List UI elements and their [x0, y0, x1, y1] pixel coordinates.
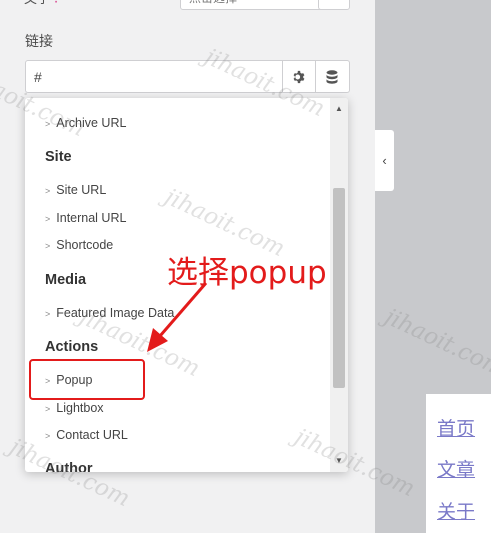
collapse-panel-button[interactable]: ‹: [375, 130, 394, 191]
link-input[interactable]: [26, 61, 282, 92]
dropdown-item-site-url[interactable]: > Site URL: [45, 183, 106, 197]
chevron-right-icon: >: [45, 241, 51, 251]
link-label: 链接: [25, 33, 53, 49]
link-settings-button[interactable]: [282, 61, 315, 92]
dropdown-item-archive-url[interactable]: > Archive URL: [45, 116, 126, 130]
chevron-right-icon: >: [45, 431, 51, 441]
dropdown-item-shortcode[interactable]: > Shortcode: [45, 238, 113, 252]
chevron-right-icon: >: [45, 119, 51, 129]
dropdown-item-internal-url[interactable]: > Internal URL: [45, 211, 126, 225]
database-icon: [326, 69, 338, 84]
dropdown-item-lightbox[interactable]: > Lightbox: [45, 401, 104, 415]
top-field-button[interactable]: [318, 0, 350, 10]
scroll-down-arrow-icon[interactable]: ▼: [334, 456, 344, 466]
scroll-up-arrow-icon[interactable]: ▲: [334, 104, 344, 114]
dropdown-group-actions: Actions: [45, 339, 99, 355]
gear-icon: [293, 70, 305, 83]
chevron-right-icon: >: [45, 309, 51, 319]
annotation-label: 选择popup: [167, 255, 327, 291]
nav-link-articles[interactable]: 文章: [437, 455, 475, 482]
dropdown-group-site: Site: [45, 149, 72, 165]
nav-link-about[interactable]: 关于: [437, 497, 475, 524]
chevron-left-icon: ‹: [382, 153, 387, 168]
chevron-right-icon: >: [45, 404, 51, 414]
top-field-label: 文字⁝: [24, 0, 58, 7]
dropdown-item-contact-url[interactable]: > Contact URL: [45, 428, 128, 442]
link-field: [25, 60, 350, 93]
chevron-right-icon: >: [45, 186, 51, 196]
nav-link-home[interactable]: 首页: [437, 414, 475, 441]
popup-highlight-box: [29, 359, 145, 400]
top-select[interactable]: 点击选择: [180, 0, 340, 10]
dynamic-tags-button[interactable]: [315, 61, 348, 92]
chevron-right-icon: >: [45, 214, 51, 224]
scrollbar-thumb[interactable]: [333, 188, 345, 388]
dropdown-scrollbar[interactable]: ▲ ▼: [330, 98, 348, 472]
dropdown-item-featured-image-data[interactable]: > Featured Image Data: [45, 306, 174, 320]
top-field-row: 文字⁝ 点击选择: [18, 0, 358, 10]
dropdown-group-media: Media: [45, 272, 87, 288]
dropdown-group-author: Author: [45, 461, 93, 472]
